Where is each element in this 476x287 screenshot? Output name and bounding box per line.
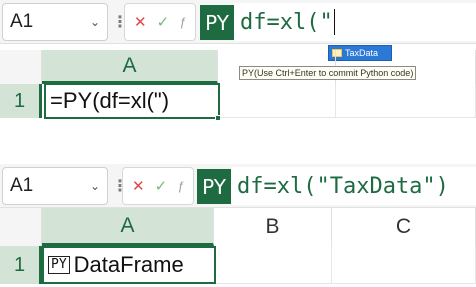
name-box-value: A1 — [10, 175, 34, 196]
bottom-screenshot-panel: A1 ⌄ ⋮ ✕ ✓ ƒ PY df=xl("TaxData") A B C 1… — [0, 164, 476, 287]
name-box[interactable]: A1 ⌄ — [2, 167, 108, 205]
cell-b1[interactable] — [216, 246, 332, 284]
formula-input[interactable]: df=xl("TaxData") — [231, 167, 476, 205]
function-tooltip: PY(Use Ctrl+Enter to commit Python code) — [239, 66, 417, 80]
select-all-corner[interactable] — [0, 50, 42, 84]
cell-a1[interactable]: PY DataFrame — [42, 246, 216, 284]
top-screenshot-panel: A1 ⌄ ⋮ ✕ ✓ ƒ PY df=xl(" TaxData A PY(Use… — [0, 0, 476, 123]
cell-b1[interactable] — [220, 84, 336, 118]
cell-a1-text: =PY(df=xl(") — [50, 88, 170, 113]
chevron-down-icon[interactable]: ⌄ — [90, 15, 100, 29]
cancel-icon[interactable]: ✕ — [132, 177, 145, 195]
formula-bar-row: A1 ⌄ ⋮ ✕ ✓ ƒ PY df=xl("TaxData") — [0, 164, 476, 208]
select-all-corner[interactable] — [0, 208, 42, 246]
row-header-1[interactable]: 1 — [0, 246, 42, 284]
row-header-1[interactable]: 1 — [0, 84, 42, 118]
formula-text: df=xl("TaxData") — [237, 173, 449, 199]
formula-text: df=xl(" — [240, 9, 333, 35]
name-box-value: A1 — [10, 11, 34, 32]
text-cursor — [333, 9, 335, 35]
formula-controls: ✕ ✓ ƒ — [124, 3, 196, 41]
python-mode-badge[interactable]: PY — [197, 169, 231, 204]
formula-input[interactable]: df=xl(" — [234, 3, 476, 41]
column-header-a[interactable]: A — [42, 208, 214, 246]
column-header-b[interactable]: B — [214, 208, 332, 246]
cell-a1[interactable]: =PY(df=xl(") — [44, 83, 220, 119]
python-object-icon[interactable]: PY — [48, 256, 70, 274]
insert-function-icon[interactable]: ƒ — [177, 179, 184, 193]
formula-controls: ✕ ✓ ƒ — [122, 167, 194, 205]
cancel-icon[interactable]: ✕ — [134, 13, 147, 31]
insert-function-icon[interactable]: ƒ — [179, 15, 186, 29]
name-box[interactable]: A1 ⌄ — [2, 3, 108, 41]
divider-space — [0, 123, 476, 164]
enter-icon[interactable]: ✓ — [155, 177, 168, 195]
column-header-c[interactable]: C — [332, 208, 476, 246]
cell-c1[interactable] — [332, 246, 476, 284]
python-mode-badge[interactable]: PY — [200, 5, 234, 40]
enter-icon[interactable]: ✓ — [157, 13, 170, 31]
formula-bar-row: A1 ⌄ ⋮ ✕ ✓ ƒ PY df=xl(" — [0, 0, 476, 44]
cell-a1-text: DataFrame — [73, 252, 184, 277]
cell-c1[interactable] — [336, 84, 476, 118]
column-header-a[interactable]: A — [42, 50, 218, 84]
chevron-down-icon[interactable]: ⌄ — [90, 179, 100, 193]
